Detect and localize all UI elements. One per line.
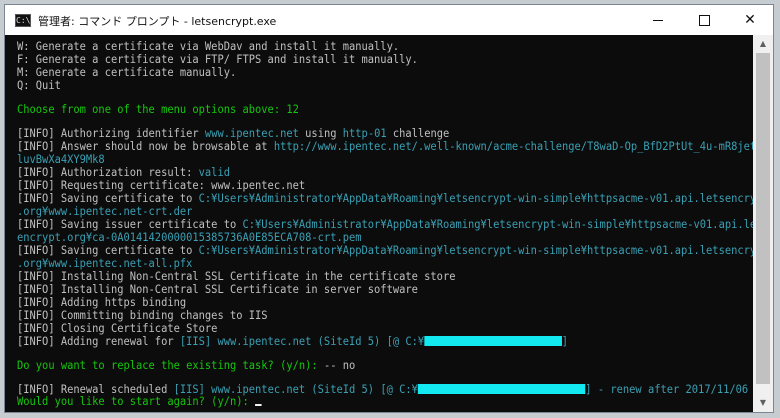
redacted-path xyxy=(417,384,586,394)
pfx-path-continued: .org¥www.ipentec.net-all.pfx xyxy=(17,257,193,270)
minimize-button[interactable] xyxy=(635,5,681,35)
renewal-target-close: ] xyxy=(561,335,569,348)
vertical-scrollbar[interactable]: ▲ ▼ xyxy=(753,35,773,412)
log-requesting: [INFO] Requesting certificate: www.ipent… xyxy=(17,179,306,192)
scroll-thumb[interactable] xyxy=(756,53,770,384)
close-icon: ✕ xyxy=(744,12,756,28)
menu-option-ftp: F: Generate a certificate via FTP/ FTPS … xyxy=(17,53,418,66)
pfx-path: C:¥Users¥Administrator¥AppData¥Roaming¥l… xyxy=(198,244,753,257)
maximize-icon xyxy=(698,14,710,26)
authorization-status: valid xyxy=(198,166,230,179)
redacted-path xyxy=(424,336,562,346)
maximize-button[interactable] xyxy=(681,5,727,35)
log-text: [INFO] Saving issuer certificate to xyxy=(17,218,243,231)
certificate-path-continued: .org¥www.ipentec.net-crt.der xyxy=(17,205,193,218)
scroll-up-arrow-icon[interactable]: ▲ xyxy=(753,35,773,53)
issuer-path-continued: encrypt.org¥ca-0A0141420000015385736A0E8… xyxy=(17,231,362,244)
window-title: 管理者: コマンド プロンプト - letsencrypt.exe xyxy=(38,15,277,28)
log-saving-certificate: [INFO] Saving certificate to C:¥Users¥Ad… xyxy=(17,192,753,205)
log-authorizing: [INFO] Authorizing identifier www.ipente… xyxy=(17,127,449,140)
log-adding-renewal: [INFO] Adding renewal for [IIS] www.ipen… xyxy=(17,335,568,348)
console-output[interactable]: W: Generate a certificate via WebDav and… xyxy=(7,38,753,410)
log-answer: [INFO] Answer should now be browsable at… xyxy=(17,140,753,153)
close-button[interactable]: ✕ xyxy=(727,5,773,35)
log-installing-store: [INFO] Installing Non-Central SSL Certif… xyxy=(17,270,456,283)
replace-task-answer: -- no xyxy=(323,359,356,372)
menu-option-webdav: W: Generate a certificate via WebDav and… xyxy=(17,40,400,53)
title-bar[interactable]: C:\ 管理者: コマンド プロンプト - letsencrypt.exe ✕ xyxy=(5,5,773,35)
menu-option-manual: M: Generate a certificate manually. xyxy=(17,66,237,79)
log-saving-issuer: [INFO] Saving issuer certificate to C:¥U… xyxy=(17,218,753,231)
identifier-host: www.ipentec.net xyxy=(204,127,299,140)
log-authorization-result: [INFO] Authorization result: valid xyxy=(17,166,230,179)
certificate-path: C:¥Users¥Administrator¥AppData¥Roaming¥l… xyxy=(198,192,753,205)
log-text: [INFO] Answer should now be browsable at xyxy=(17,140,274,153)
text-cursor xyxy=(255,404,262,406)
issuer-path: C:¥Users¥Administrator¥AppData¥Roaming¥l… xyxy=(242,218,753,231)
command-prompt-window: C:\ 管理者: コマンド プロンプト - letsencrypt.exe ✕ … xyxy=(5,5,773,412)
log-text: [INFO] Saving certificate to xyxy=(17,244,199,257)
renewal-target: [IIS] www.ipentec.net (SiteId 5) [@ C:¥ xyxy=(179,335,425,348)
log-text: [INFO] Authorization result: xyxy=(17,166,199,179)
log-text: using xyxy=(298,127,343,140)
log-text: [INFO] Saving certificate to xyxy=(17,192,199,205)
menu-choice-prompt: Choose from one of the menu options abov… xyxy=(17,103,299,116)
log-adding-binding: [INFO] Adding https binding xyxy=(17,296,187,309)
start-again-prompt[interactable]: Would you like to start again? (y/n): xyxy=(17,395,262,408)
start-again-question: Would you like to start again? (y/n): xyxy=(17,395,256,408)
challenge-url-continued: luvBwXa4XY9Mk8 xyxy=(17,153,105,166)
log-closing-store: [INFO] Closing Certificate Store xyxy=(17,322,218,335)
log-text: challenge xyxy=(386,127,450,140)
console-app-icon[interactable]: C:\ xyxy=(15,14,31,27)
replace-task-prompt: Do you want to replace the existing task… xyxy=(17,359,355,372)
log-text: [INFO] Adding renewal for xyxy=(17,335,180,348)
log-committing: [INFO] Committing binding changes to IIS xyxy=(17,309,268,322)
menu-option-quit: Q: Quit xyxy=(17,79,61,92)
log-text: [INFO] Authorizing identifier xyxy=(17,127,205,140)
log-installing-server: [INFO] Installing Non-Central SSL Certif… xyxy=(17,283,418,296)
renew-after-date: ] - renew after 2017/11/06 xyxy=(585,383,749,396)
log-saving-pfx: [INFO] Saving certificate to C:¥Users¥Ad… xyxy=(17,244,753,257)
scroll-down-arrow-icon[interactable]: ▼ xyxy=(753,394,773,412)
replace-task-question: Do you want to replace the existing task… xyxy=(17,359,324,372)
minimize-icon xyxy=(653,19,663,21)
challenge-url: http://www.ipentec.net/.well-known/acme-… xyxy=(273,140,753,153)
challenge-method: http-01 xyxy=(342,127,387,140)
